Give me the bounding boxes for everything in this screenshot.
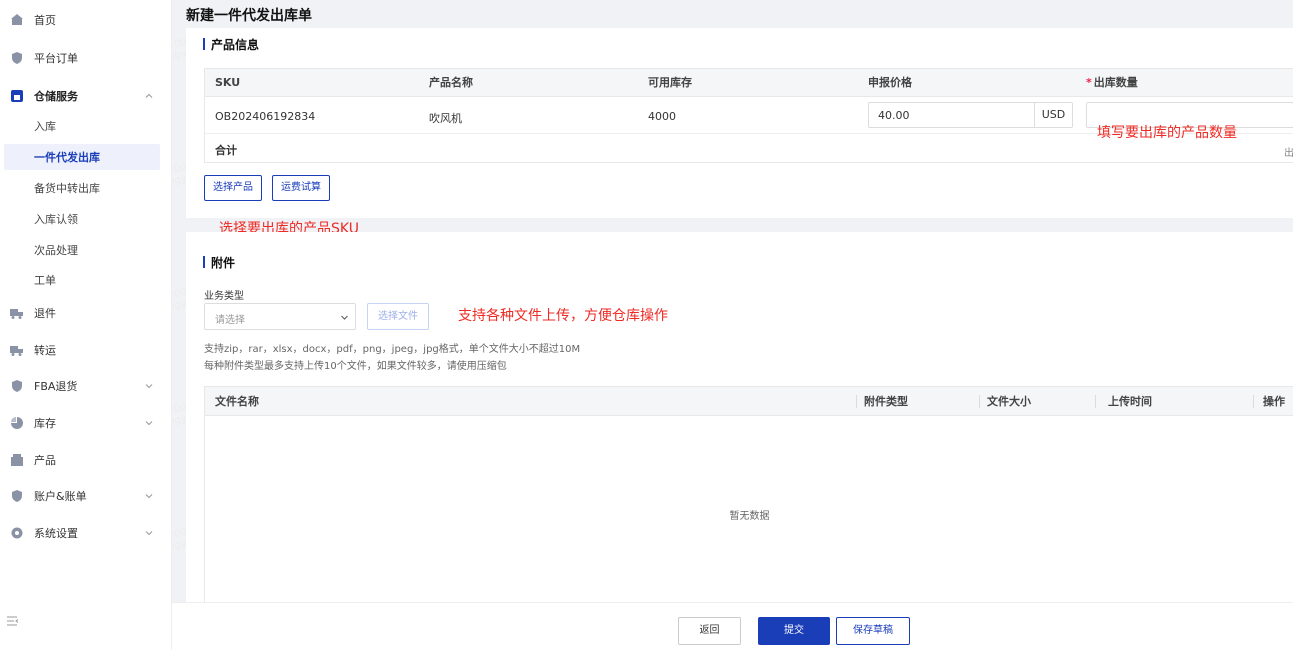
total-label: 合计 xyxy=(215,144,237,157)
col-file-name: 文件名称 xyxy=(215,395,259,408)
sidebar-item-home[interactable]: 首页 xyxy=(0,6,172,34)
sidebar-sub-item-inbound-claim[interactable]: 入库认领 xyxy=(4,206,160,232)
sidebar-item-products[interactable]: 产品 xyxy=(0,446,172,474)
shield-icon xyxy=(10,380,23,393)
attachment-table: 文件名称 附件类型 文件大小 上传时间 操作 暂无数据 xyxy=(204,386,1293,602)
warehouse-icon xyxy=(10,90,23,103)
shield-icon xyxy=(10,52,23,65)
sidebar-item-transfer[interactable]: 转运 xyxy=(0,336,172,364)
sidebar-sub-item-inbound[interactable]: 入库 xyxy=(4,113,160,139)
attachment-card: 附件 业务类型 请选择 选择文件 支持各种文件上传，方便仓库操作 支持zip，r… xyxy=(186,232,1293,602)
submit-button[interactable]: 提交 xyxy=(758,617,830,645)
col-available-stock: 可用库存 xyxy=(648,76,692,89)
row-sku: OB202406192834 xyxy=(215,110,316,123)
sidebar-sub-item-dropship-outbound[interactable]: 一件代发出库 xyxy=(4,144,160,170)
chevron-down-icon xyxy=(145,421,153,426)
back-button[interactable]: 返回 xyxy=(678,617,741,645)
home-icon xyxy=(10,14,23,27)
select-placeholder: 请选择 xyxy=(215,315,245,326)
truck-icon xyxy=(10,344,23,357)
page-title: 新建一件代发出库单 xyxy=(186,8,312,24)
chevron-down-icon xyxy=(145,531,153,536)
annotation-quantity: 填写要出库的产品数量 xyxy=(1097,125,1237,141)
col-attachment-type: 附件类型 xyxy=(864,395,908,408)
sidebar-sub-item-work-order[interactable]: 工单 xyxy=(4,267,160,293)
declared-price-value: 40.00 xyxy=(878,109,910,122)
box-icon xyxy=(10,454,23,467)
sidebar-sub-item-defective[interactable]: 次品处理 xyxy=(4,237,160,263)
sidebar-item-system-settings[interactable]: 系统设置 xyxy=(0,519,172,547)
upload-hint-formats: 支持zip，rar，xlsx，docx，pdf，png，jpeg，jpg格式，单… xyxy=(204,344,581,355)
sidebar-item-inventory[interactable]: 库存 xyxy=(0,409,172,437)
required-mark: * xyxy=(1086,76,1092,89)
col-outbound-qty: * 出库数量 xyxy=(1086,76,1138,89)
sidebar-item-account-billing[interactable]: 账户&账单 xyxy=(0,482,172,510)
select-product-button[interactable]: 选择产品 xyxy=(204,175,262,201)
freight-estimate-button[interactable]: 运费试算 xyxy=(272,175,330,201)
pie-chart-icon xyxy=(10,417,23,430)
row-product-name: 吹风机 xyxy=(429,112,462,125)
business-type-select[interactable]: 请选择 xyxy=(204,303,356,330)
attachment-title: 附件 xyxy=(203,254,235,271)
product-table-header: SKU 产品名称 可用库存 申报价格 * 出库数量 xyxy=(205,69,1293,97)
column-divider xyxy=(1253,395,1254,408)
sidebar-item-returns[interactable]: 退件 xyxy=(0,299,172,327)
chevron-up-icon xyxy=(145,93,153,98)
footer-action-bar: 返回 提交 保存草稿 xyxy=(172,602,1293,650)
column-divider xyxy=(1095,395,1096,408)
upload-hint-limit: 每种附件类型最多支持上传10个文件，如果文件较多，请使用压缩包 xyxy=(204,361,507,372)
row-available-stock: 4000 xyxy=(648,110,676,123)
save-draft-button[interactable]: 保存草稿 xyxy=(836,617,910,645)
sidebar-item-platform-orders[interactable]: 平台订单 xyxy=(0,44,172,72)
attachment-table-header: 文件名称 附件类型 文件大小 上传时间 操作 xyxy=(205,387,1293,416)
col-sku: SKU xyxy=(215,76,241,89)
empty-state-text: 暂无数据 xyxy=(729,511,770,522)
truck-icon xyxy=(10,307,23,320)
sidebar-item-warehouse-services[interactable]: 仓储服务 xyxy=(0,82,172,110)
col-declared-price: 申报价格 xyxy=(868,76,912,89)
product-table: SKU 产品名称 可用库存 申报价格 * 出库数量 OB202406192834 … xyxy=(204,68,1293,163)
main-content: 新建一件代发出库单 产品信息 SKU 产品名称 可用库存 申报价格 * 出库数量 … xyxy=(186,0,1293,650)
product-info-card: 产品信息 SKU 产品名称 可用库存 申报价格 * 出库数量 OB20240619… xyxy=(186,28,1293,237)
chevron-down-icon xyxy=(341,315,348,320)
business-type-label: 业务类型 xyxy=(204,291,244,302)
col-file-size: 文件大小 xyxy=(987,395,1031,408)
currency-unit: USD xyxy=(1034,103,1072,127)
col-actions: 操作 xyxy=(1263,395,1285,408)
sidebar-sub-item-transfer-outbound[interactable]: 备货中转出库 xyxy=(4,175,160,201)
declared-price-input[interactable]: 40.00 USD xyxy=(868,102,1073,128)
sidebar-item-fba-returns[interactable]: FBA退货 xyxy=(0,372,172,400)
gear-icon xyxy=(10,527,23,540)
column-divider xyxy=(856,395,857,408)
chevron-down-icon xyxy=(145,384,153,389)
menu-collapse-icon[interactable] xyxy=(6,614,20,628)
total-summary-clipped: 出 xyxy=(1284,148,1293,159)
sidebar: 首页 平台订单 仓储服务 入库 一件代发出库 备货中转出库 入库认领 次品处理 … xyxy=(0,0,172,650)
shield-icon xyxy=(10,490,23,503)
column-divider xyxy=(979,395,980,408)
chevron-down-icon xyxy=(145,494,153,499)
product-info-title: 产品信息 xyxy=(203,36,259,53)
annotation-upload: 支持各种文件上传，方便仓库操作 xyxy=(458,308,668,324)
col-upload-time: 上传时间 xyxy=(1108,395,1152,408)
choose-file-button[interactable]: 选择文件 xyxy=(367,303,429,330)
col-product-name: 产品名称 xyxy=(429,76,473,89)
